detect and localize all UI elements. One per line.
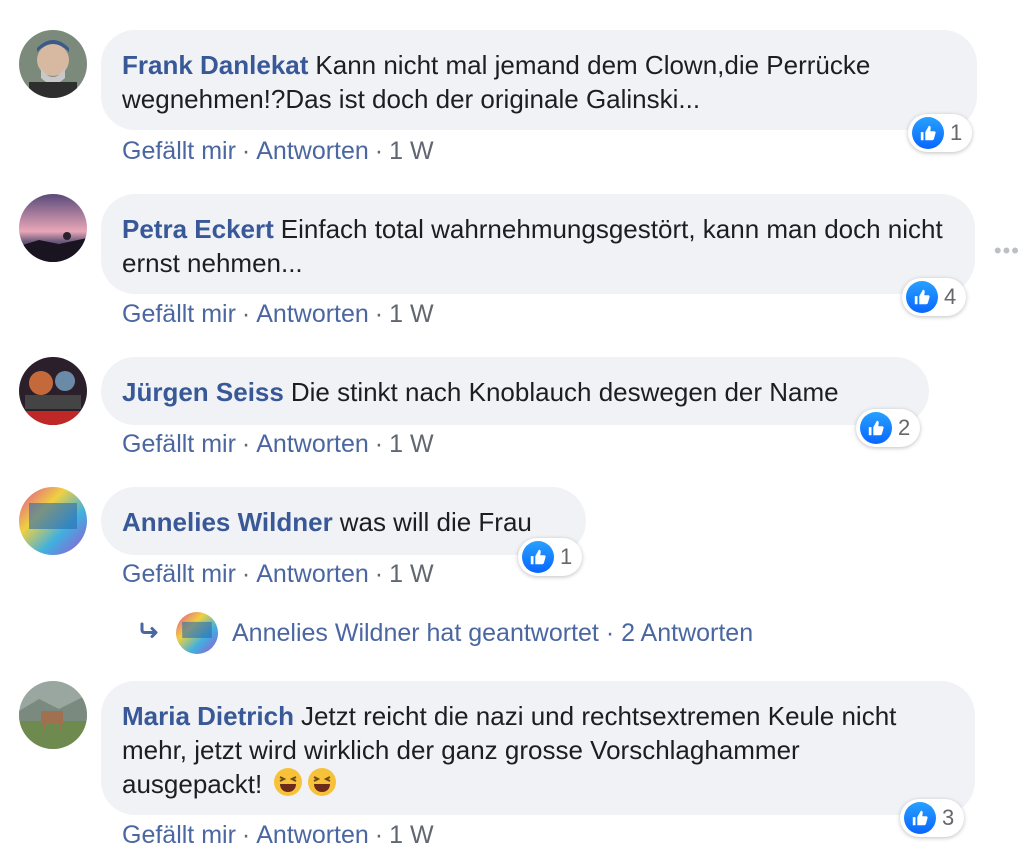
reply-link[interactable]: Antworten xyxy=(256,300,369,328)
comment-text: Die stinkt nach Knoblauch deswegen der N… xyxy=(290,377,839,407)
reaction-count[interactable]: 1 xyxy=(908,114,973,152)
reaction-number: 3 xyxy=(942,805,955,830)
comment-actions: Gefällt mir · Antworten · 1 W xyxy=(122,430,434,459)
avatar-annelies-small xyxy=(176,612,218,654)
separator: · xyxy=(374,560,384,588)
timestamp[interactable]: 1 W xyxy=(389,821,433,849)
like-icon xyxy=(912,117,944,149)
separator: · xyxy=(241,821,251,849)
comment-actions: Gefällt mir · Antworten · 1 W xyxy=(122,821,434,850)
separator: · xyxy=(241,137,251,165)
avatar-petra[interactable] xyxy=(19,194,87,262)
avatar-maria[interactable] xyxy=(19,681,87,749)
like-link[interactable]: Gefällt mir xyxy=(122,560,236,588)
like-link[interactable]: Gefällt mir xyxy=(122,430,236,458)
reaction-number: 1 xyxy=(950,120,963,145)
separator: · xyxy=(374,430,384,458)
comment-bubble: Frank Danlekat Kann nicht mal jemand dem … xyxy=(101,30,977,130)
reply-arrow-icon xyxy=(140,619,162,647)
avatar-juergen[interactable] xyxy=(19,357,87,425)
comment-bubble: Annelies Wildner was will die Frau xyxy=(101,487,586,555)
reaction-count[interactable]: 4 xyxy=(902,278,967,316)
comment-actions: Gefällt mir · Antworten · 1 W xyxy=(122,137,434,166)
reaction-number: 4 xyxy=(944,284,957,309)
comment-bubble: Maria Dietrich Jetzt reicht die nazi und … xyxy=(101,681,975,815)
view-replies-link[interactable]: Annelies Wildner hat geantwortet · 2 Ant… xyxy=(140,612,753,654)
timestamp[interactable]: 1 W xyxy=(389,430,433,458)
laughing-emoji-icon xyxy=(273,767,303,797)
comment-bubble: Petra Eckert Einfach total wahrnehmungsge… xyxy=(101,194,975,294)
reply-link[interactable]: Antworten xyxy=(256,821,369,849)
reply-summary-text: Annelies Wildner hat geantwortet · 2 Ant… xyxy=(232,618,754,647)
separator: · xyxy=(374,137,384,165)
comment-actions: Gefällt mir · Antworten · 1 W xyxy=(122,300,434,329)
separator: · xyxy=(241,560,251,588)
reaction-number: 1 xyxy=(560,544,573,569)
like-icon xyxy=(522,541,554,573)
like-icon xyxy=(860,412,892,444)
separator: · xyxy=(374,821,384,849)
comment-author[interactable]: Annelies Wildner xyxy=(122,507,333,537)
avatar-frank[interactable] xyxy=(19,30,87,98)
reply-link[interactable]: Antworten xyxy=(256,560,369,588)
like-icon xyxy=(904,802,936,834)
reply-link[interactable]: Antworten xyxy=(256,137,369,165)
comment-author[interactable]: Frank Danlekat xyxy=(122,50,308,80)
like-link[interactable]: Gefällt mir xyxy=(122,821,236,849)
timestamp[interactable]: 1 W xyxy=(389,560,433,588)
reaction-count[interactable]: 3 xyxy=(900,799,965,837)
reaction-number: 2 xyxy=(898,415,911,440)
more-options-icon[interactable]: ••• xyxy=(994,238,1020,264)
comment-author[interactable]: Petra Eckert xyxy=(122,214,274,244)
comment-author[interactable]: Maria Dietrich xyxy=(122,701,294,731)
comment-actions: Gefällt mir · Antworten · 1 W xyxy=(122,560,434,589)
separator: · xyxy=(241,300,251,328)
reaction-count[interactable]: 2 xyxy=(856,409,921,447)
like-link[interactable]: Gefällt mir xyxy=(122,137,236,165)
reply-link[interactable]: Antworten xyxy=(256,430,369,458)
timestamp[interactable]: 1 W xyxy=(389,137,433,165)
laughing-emoji-icon xyxy=(307,767,337,797)
timestamp[interactable]: 1 W xyxy=(389,300,433,328)
separator: · xyxy=(241,430,251,458)
comment-text: was will die Frau xyxy=(339,507,532,537)
comment-bubble: Jürgen Seiss Die stinkt nach Knoblauch de… xyxy=(101,357,929,425)
comment-author[interactable]: Jürgen Seiss xyxy=(122,377,284,407)
reaction-count[interactable]: 1 xyxy=(518,538,583,576)
like-icon xyxy=(906,281,938,313)
separator: · xyxy=(374,300,384,328)
like-link[interactable]: Gefällt mir xyxy=(122,300,236,328)
avatar-annelies[interactable] xyxy=(19,487,87,555)
